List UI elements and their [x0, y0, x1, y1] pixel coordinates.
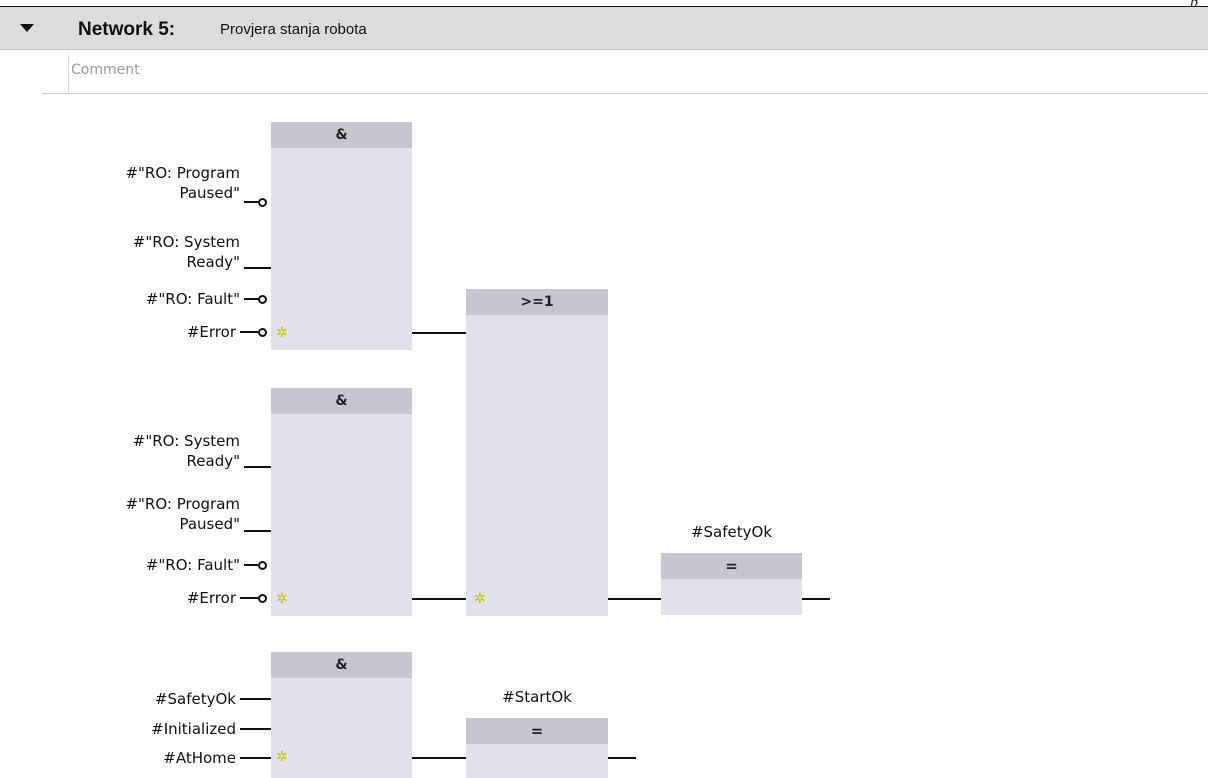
negation-circle-icon [258, 594, 267, 603]
or-output-wire [608, 598, 661, 600]
and1-input-4-label[interactable]: #Error [70, 322, 236, 342]
insert-input-star-icon[interactable]: ✲ [276, 592, 288, 606]
insert-input-star-icon[interactable]: ✲ [276, 326, 288, 340]
and1-input-3-wire [244, 298, 258, 300]
and2-input-3-label[interactable]: #"RO: Fault" [70, 555, 240, 575]
coil-1-output-wire [802, 598, 830, 600]
and2-input-4-label[interactable]: #Error [70, 588, 236, 608]
network-description[interactable]: Provjera stanja robota [220, 21, 367, 38]
and-block-1-operator: & [271, 122, 412, 148]
coil-2-operand[interactable]: #StartOk [466, 688, 608, 706]
or-block[interactable]: >=1 [466, 289, 608, 616]
and2-input-3-wire [244, 564, 258, 566]
comment-divider [42, 93, 72, 94]
and1-input-2-label[interactable]: #"RO: System Ready" [70, 232, 240, 272]
coil-1-operand[interactable]: #SafetyOk [661, 523, 802, 541]
insert-input-star-icon[interactable]: ✲ [474, 592, 486, 606]
coil-1-operator: = [661, 553, 802, 579]
coil-2[interactable]: = [466, 718, 608, 778]
and2-input-2-wire [244, 530, 271, 532]
and3-output-wire [412, 757, 466, 759]
and1-input-1-wire [244, 201, 258, 203]
insert-input-star-icon[interactable]: ✲ [276, 750, 288, 764]
and3-input-2-wire [240, 728, 271, 730]
negation-circle-icon [258, 198, 267, 207]
and-block-3-operator: & [271, 652, 412, 678]
collapse-arrow-icon[interactable] [20, 24, 34, 32]
network-comment[interactable]: Comment [68, 55, 1208, 94]
coil-2-operator: = [466, 718, 608, 744]
and1-input-1-label[interactable]: #"RO: Program Paused" [70, 163, 240, 203]
and3-input-3-label[interactable]: #AtHome [70, 748, 236, 768]
and2-input-2-label[interactable]: #"RO: Program Paused" [70, 494, 240, 534]
comment-placeholder: Comment [71, 62, 140, 78]
and2-input-4-wire [240, 597, 258, 599]
and-block-2[interactable]: & [271, 388, 412, 616]
coil-2-output-wire [608, 757, 636, 759]
and1-input-2-wire [244, 267, 271, 269]
and3-input-2-label[interactable]: #Initialized [70, 719, 236, 739]
and2-input-1-wire [244, 466, 271, 468]
and1-input-4-wire [240, 331, 258, 333]
network-title: Network 5: [78, 19, 176, 40]
negation-circle-icon [258, 328, 267, 337]
and1-input-3-label[interactable]: #"RO: Fault" [70, 289, 240, 309]
or-block-operator: >=1 [466, 289, 608, 315]
and3-input-3-wire [240, 757, 271, 759]
and-block-1[interactable]: & [271, 122, 412, 350]
negation-circle-icon [258, 295, 267, 304]
and1-output-wire [412, 332, 466, 334]
network-header[interactable]: Network 5: Provjera stanja robota [0, 7, 1208, 50]
and-block-2-operator: & [271, 388, 412, 414]
and-block-3[interactable]: & [271, 652, 412, 778]
and3-input-1-label[interactable]: #SafetyOk [70, 689, 236, 709]
negation-circle-icon [258, 561, 267, 570]
and2-output-wire [412, 598, 466, 600]
and2-input-1-label[interactable]: #"RO: System Ready" [70, 431, 240, 471]
and3-input-1-wire [240, 698, 271, 700]
coil-1[interactable]: = [661, 553, 802, 615]
